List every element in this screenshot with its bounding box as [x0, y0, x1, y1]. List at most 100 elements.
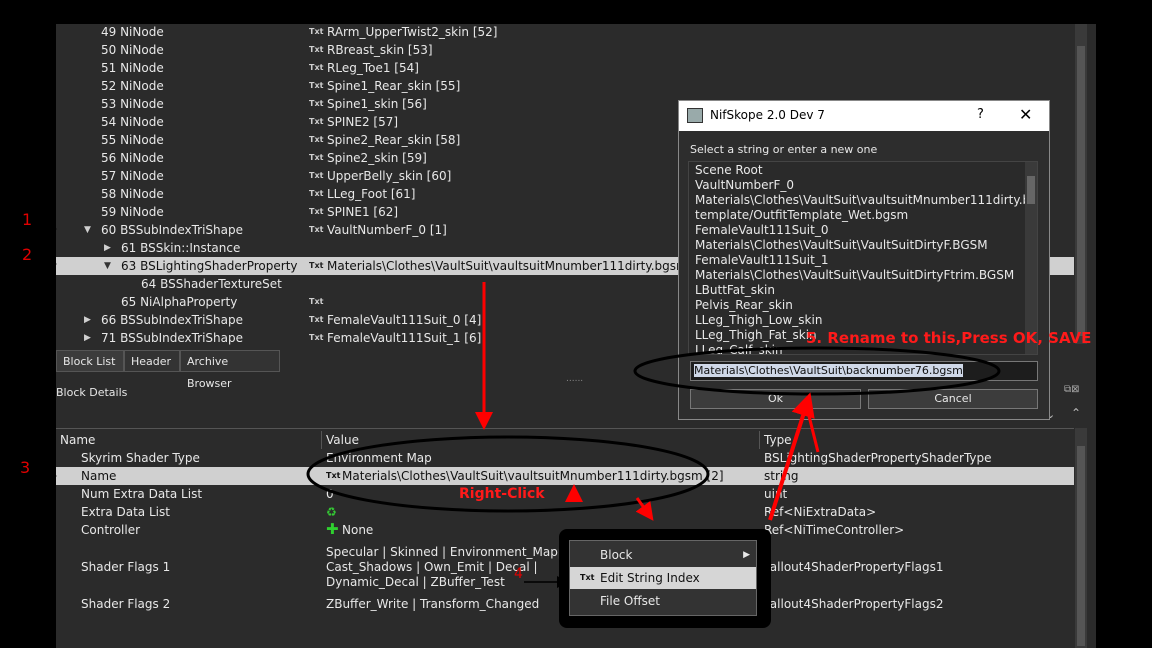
string-list[interactable]: Scene Root VaultNumberF_0 Materials\Clot… [688, 161, 1038, 355]
string-input-value: Materials\Clothes\VaultSuit\backnumber76… [694, 364, 963, 377]
list-item[interactable]: Materials\Clothes\VaultSuit\VaultSuitDir… [695, 268, 1014, 283]
context-menu: Block ▶ Txt Edit String Index File Offse… [569, 540, 757, 616]
step-2-label: 2 [22, 245, 33, 264]
list-item[interactable]: LLeg_Thigh_Fat_skin [695, 328, 817, 343]
tree-row-value: Spine1_skin [56] [327, 97, 427, 111]
column-header-value[interactable]: Value [322, 431, 760, 449]
string-icon: Txt [309, 153, 324, 162]
string-icon: Txt [326, 471, 341, 480]
list-item[interactable]: FemaleVault111Suit_1 [695, 253, 828, 268]
string-icon: Txt [309, 45, 324, 54]
table-row[interactable]: Extra Data List ♻ Ref<NiExtraData> [56, 503, 1074, 521]
list-item[interactable]: template/OutfitTemplate_Wet.bgsm [695, 208, 908, 223]
dialog-prompt: Select a string or enter a new one [690, 143, 878, 156]
tree-row-value: RBreast_skin [53] [327, 43, 433, 57]
step-3-label: 3 [20, 458, 31, 477]
up-arrow-icon[interactable]: ⌃ [1071, 406, 1081, 420]
collapse-arrow-icon[interactable]: ▼ [84, 221, 91, 239]
row-value[interactable]: ZBuffer_Write | Transform_Changed [326, 595, 539, 613]
string-icon: Txt [580, 573, 595, 582]
string-input[interactable]: Materials\Clothes\VaultSuit\backnumber76… [690, 361, 1038, 381]
row-value-line[interactable]: Cast_Shadows | Own_Emit | Decal | [326, 560, 538, 575]
list-item[interactable]: Pelvis_Rear_skin [695, 298, 793, 313]
string-icon: Txt [309, 189, 324, 198]
row-value-line[interactable]: Dynamic_Decal | ZBuffer_Test [326, 575, 505, 590]
collapse-arrow-icon[interactable]: ▼ [104, 257, 111, 275]
list-item[interactable]: LButtFat_skin [695, 283, 775, 298]
list-scrollbar[interactable] [1025, 162, 1037, 354]
row-type: Ref<NiExtraData> [764, 505, 877, 519]
list-item[interactable]: VaultNumberF_0 [695, 178, 794, 193]
help-button[interactable]: ? [977, 107, 984, 122]
column-header-name[interactable]: Name [56, 431, 322, 449]
row-type: string [764, 469, 799, 483]
nifskope-app-icon [687, 108, 703, 123]
tree-row-label: 56 NiNode [101, 151, 164, 165]
string-icon: Txt [309, 27, 324, 36]
row-name: Num Extra Data List [81, 487, 203, 501]
string-icon: Txt [309, 207, 324, 216]
tree-row-value: RLeg_Toe1 [54] [327, 61, 419, 75]
row-value[interactable]: None [342, 521, 373, 539]
refresh-icon[interactable]: ♻ [326, 503, 337, 521]
table-row[interactable]: Num Extra Data List 0 uint [56, 485, 1074, 503]
close-panel-icon[interactable]: ⊠ [1071, 384, 1079, 395]
tree-row-label: 51 NiNode [101, 61, 164, 75]
row-name: Extra Data List [81, 505, 170, 519]
string-icon: Txt [309, 261, 324, 270]
expand-arrow-icon[interactable]: ▶ [84, 329, 91, 347]
menu-item-label: Edit String Index [600, 571, 700, 585]
ok-button[interactable]: Ok [690, 389, 861, 409]
row-type: Fallout4ShaderPropertyFlags2 [764, 597, 944, 611]
tree-row-label: 58 NiNode [101, 187, 164, 201]
details-scrollbar[interactable] [1075, 428, 1087, 648]
tree-row-label: 59 NiNode [101, 205, 164, 219]
list-item[interactable]: LLeg_Calf_skin [695, 343, 783, 354]
table-row[interactable]: Skyrim Shader Type Environment Map BSLig… [56, 449, 1074, 467]
step-1-label: 1 [22, 210, 33, 229]
list-item[interactable]: Materials\Clothes\VaultSuit\VaultSuitDir… [695, 238, 988, 253]
expand-arrow-icon[interactable]: ▶ [104, 239, 111, 257]
tree-row-label: 57 NiNode [101, 169, 164, 183]
menu-item-edit-string-index[interactable]: Txt Edit String Index [570, 567, 756, 589]
row-name: Skyrim Shader Type [81, 451, 200, 465]
tab-header[interactable]: Header [124, 350, 180, 372]
menu-item-file-offset[interactable]: File Offset [570, 590, 756, 612]
scrollbar-thumb[interactable] [1027, 176, 1035, 204]
dock-buttons[interactable]: ⧉⊠ [1064, 384, 1080, 395]
block-details-title: Block Details [56, 386, 128, 399]
tree-row[interactable]: 49 NiNode Txt RArm_UpperTwist2_skin [52] [56, 23, 1074, 41]
table-row-name[interactable]: Name Txt Materials\Clothes\VaultSuit\vau… [56, 467, 1074, 485]
tree-row[interactable]: 50 NiNode Txt RBreast_skin [53] [56, 41, 1074, 59]
row-value-line[interactable]: Specular | Skinned | Environment_Mapping… [326, 545, 592, 560]
tab-block-list[interactable]: Block List [56, 350, 124, 372]
close-icon[interactable]: ✕ [1019, 105, 1032, 124]
row-type: Ref<NiTimeController> [764, 523, 905, 537]
expand-arrow-icon[interactable]: ▶ [84, 311, 91, 329]
menu-item-block[interactable]: Block ▶ [570, 544, 756, 566]
scrollbar-thumb[interactable] [1077, 446, 1085, 646]
block-list-scrollbar[interactable] [1075, 24, 1087, 344]
row-value[interactable]: Materials\Clothes\VaultSuit\vaultsuitMnu… [342, 467, 724, 485]
menu-item-label: File Offset [600, 594, 660, 608]
tree-row[interactable]: 51 NiNode Txt RLeg_Toe1 [54] [56, 59, 1074, 77]
list-item[interactable]: FemaleVault111Suit_0 [695, 223, 828, 238]
tree-row-value: FemaleVault111Suit_0 [4] [327, 313, 482, 327]
cancel-button[interactable]: Cancel [868, 389, 1038, 409]
column-header-type[interactable]: Type [760, 431, 1074, 449]
row-value[interactable]: Environment Map [326, 449, 432, 467]
tab-archive-browser[interactable]: Archive Browser [180, 350, 280, 390]
row-name: Name [81, 469, 117, 483]
scrollbar-thumb[interactable] [1077, 46, 1085, 336]
dialog-titlebar[interactable]: NifSkope 2.0 Dev 7 ? ✕ [679, 101, 1049, 131]
menu-item-label: Block [600, 548, 633, 562]
row-value[interactable]: 0 [326, 485, 334, 503]
splitter-handle[interactable]: ...... [566, 374, 583, 384]
tree-row-label: 65 NiAlphaProperty [121, 295, 238, 309]
list-item[interactable]: Scene Root [695, 163, 763, 178]
tree-row[interactable]: 52 NiNode Txt Spine1_Rear_skin [55] [56, 77, 1074, 95]
list-item[interactable]: Materials\Clothes\VaultSuit\vaultsuitMnu… [695, 193, 1037, 208]
list-item[interactable]: LLeg_Thigh_Low_skin [695, 313, 822, 328]
tree-row-value: LLeg_Foot [61] [327, 187, 416, 201]
add-icon[interactable]: ✚ [326, 521, 339, 537]
